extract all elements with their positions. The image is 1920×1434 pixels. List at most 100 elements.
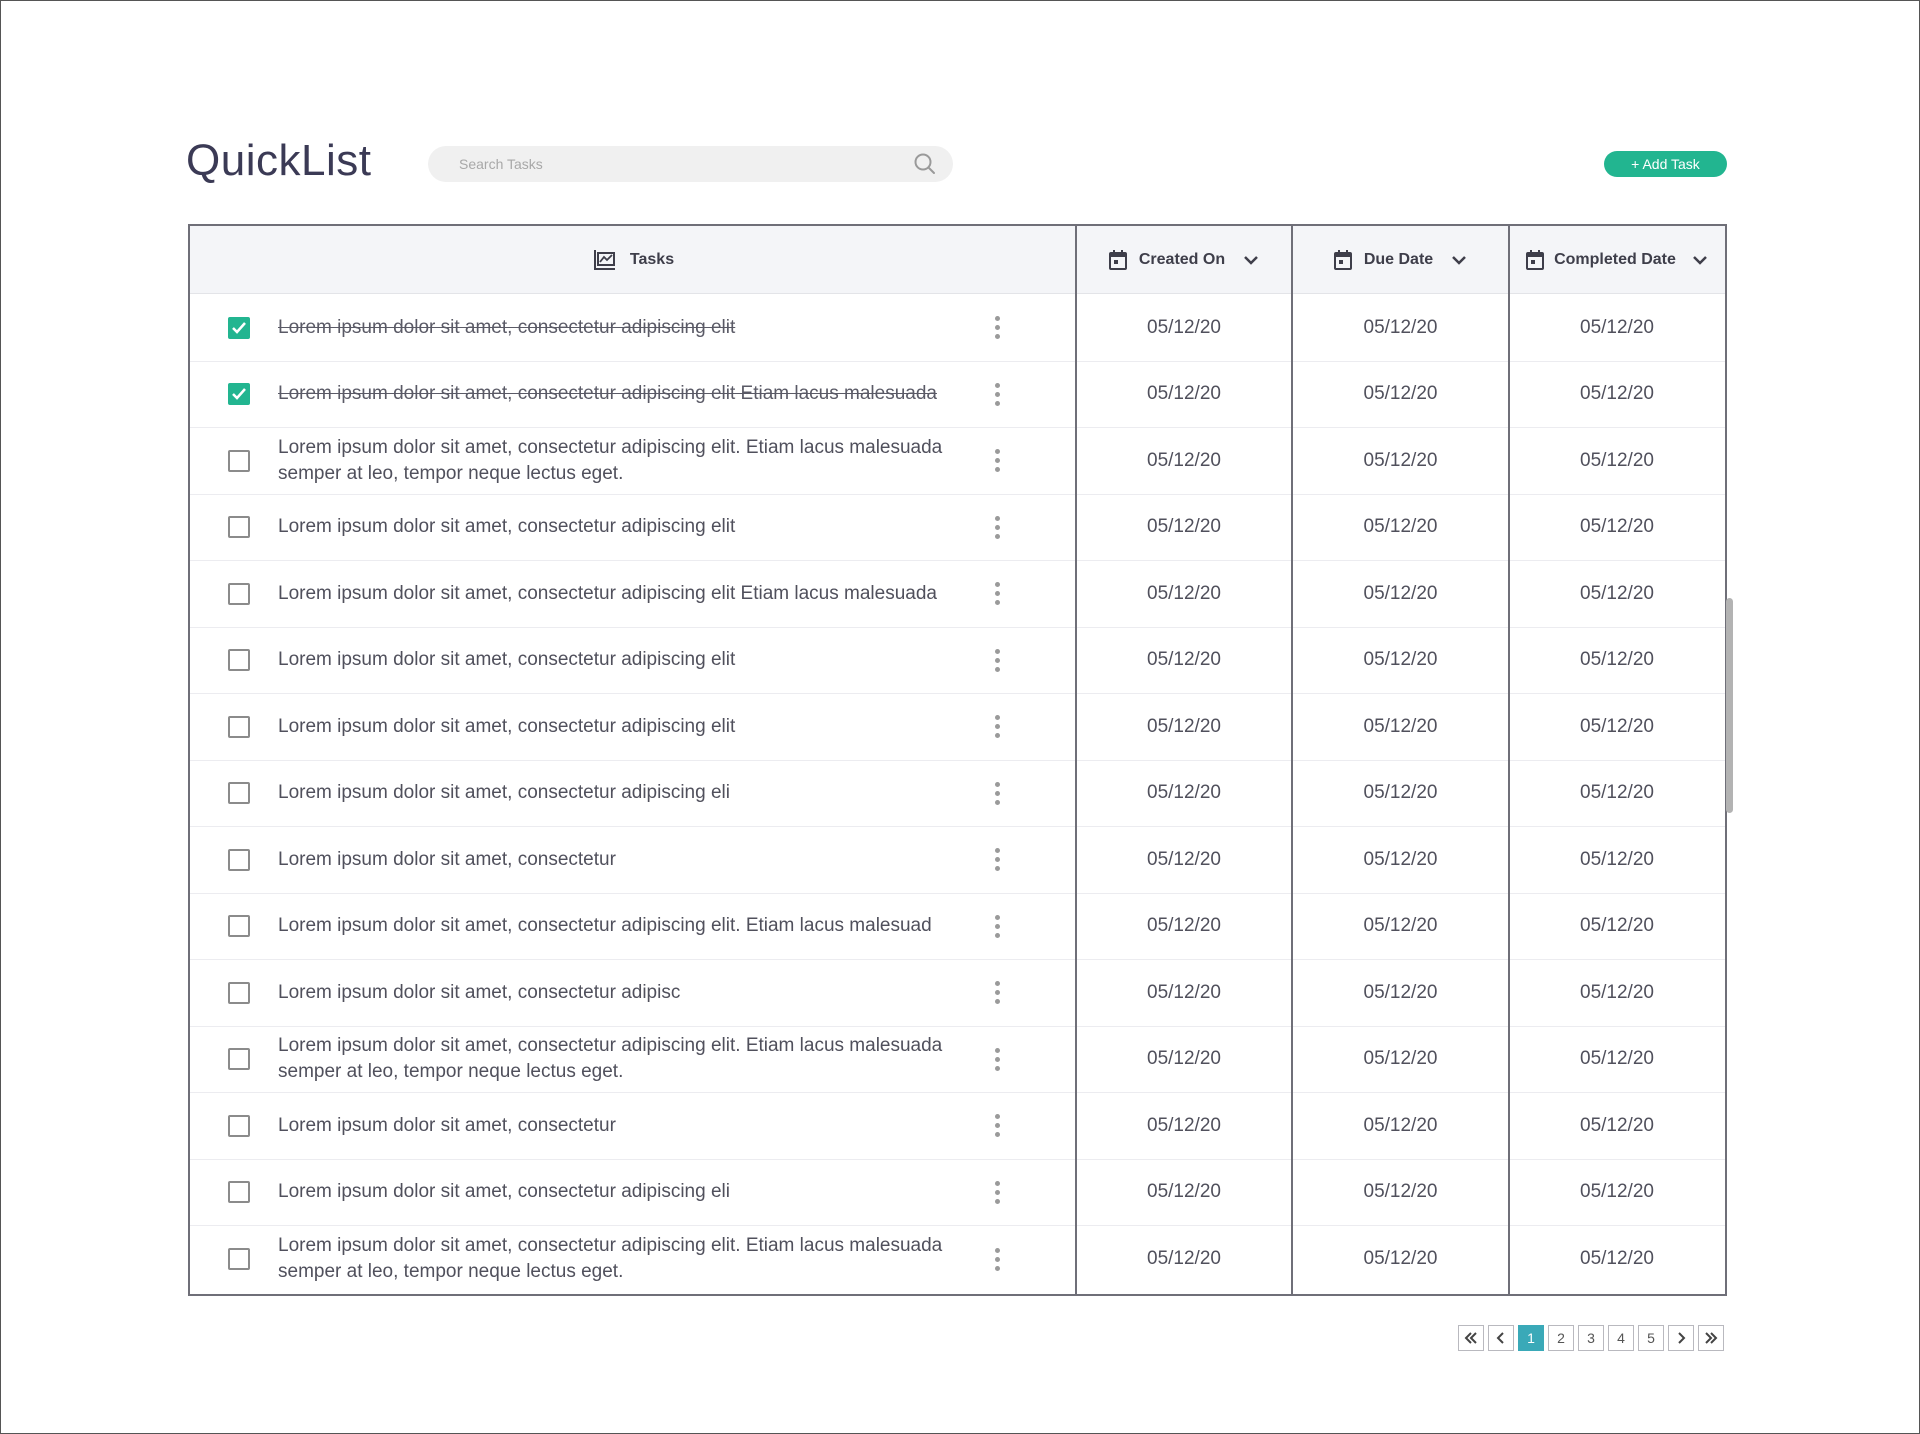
due-date-cell: 05/12/20 — [1363, 383, 1438, 405]
task-checkbox[interactable] — [227, 1181, 250, 1204]
search-icon[interactable] — [913, 152, 937, 176]
header-created-on[interactable]: Created On — [1076, 226, 1292, 294]
checkbox-cell — [190, 582, 275, 605]
task-checkbox[interactable] — [227, 383, 250, 406]
more-vertical-icon[interactable] — [995, 1180, 1000, 1204]
task-checkbox[interactable] — [227, 649, 250, 672]
task-checkbox[interactable] — [227, 715, 250, 738]
page-button-4[interactable]: 4 — [1608, 1325, 1634, 1351]
page-button-2[interactable]: 2 — [1548, 1325, 1574, 1351]
checkbox-cell — [190, 848, 275, 871]
task-checkbox[interactable] — [227, 582, 250, 605]
more-vertical-icon[interactable] — [995, 449, 1000, 473]
checkbox-cell — [190, 915, 275, 938]
header-created-on-label: Created On — [1138, 251, 1226, 268]
more-vertical-icon[interactable] — [995, 582, 1000, 606]
table-header: Tasks Created On Due Date Completed Date — [190, 226, 1725, 294]
completed-date-cell: 05/12/20 — [1580, 649, 1654, 671]
chevron-down-icon[interactable] — [1243, 255, 1259, 265]
chevron-down-icon[interactable] — [1692, 255, 1708, 265]
completed-date-cell: 05/12/20 — [1580, 582, 1654, 604]
table-row: Lorem ipsum dolor sit amet, consectetur … — [190, 1027, 1725, 1093]
task-text: Lorem ipsum dolor sit amet, consectetur … — [278, 715, 736, 737]
more-vertical-icon[interactable] — [995, 1114, 1000, 1138]
table-row: Lorem ipsum dolor sit amet, consectetur … — [190, 1160, 1725, 1226]
task-checkbox[interactable] — [227, 316, 250, 339]
more-vertical-icon[interactable] — [995, 914, 1000, 938]
task-text: Lorem ipsum dolor sit amet, consectetur … — [278, 436, 943, 484]
task-text: Lorem ipsum dolor sit amet, consectetur … — [278, 915, 932, 937]
vertical-scrollbar[interactable] — [1726, 598, 1733, 813]
task-checkbox[interactable] — [227, 1048, 250, 1071]
created-on-cell: 05/12/20 — [1147, 516, 1221, 538]
chevron-down-icon[interactable] — [1451, 255, 1467, 265]
app-title: QuickList — [186, 136, 372, 185]
created-on-cell: 05/12/20 — [1147, 649, 1221, 671]
task-checkbox[interactable] — [227, 1248, 250, 1271]
chevron-left-icon[interactable] — [1488, 1325, 1514, 1351]
page-button-3[interactable]: 3 — [1578, 1325, 1604, 1351]
table-row: Lorem ipsum dolor sit amet, consectetur … — [190, 295, 1725, 362]
row-menu-cell — [975, 715, 1076, 739]
pagination: 12345 — [1458, 1325, 1724, 1351]
page-button-5[interactable]: 5 — [1638, 1325, 1664, 1351]
checkbox-cell — [190, 1248, 275, 1271]
search-bar[interactable] — [428, 146, 953, 182]
calendar-icon — [1526, 250, 1545, 270]
chevron-right-icon[interactable] — [1668, 1325, 1694, 1351]
more-vertical-icon[interactable] — [995, 781, 1000, 805]
header-tasks: Tasks — [190, 226, 1076, 294]
table-row: Lorem ipsum dolor sit amet, consectetur … — [190, 960, 1725, 1027]
created-on-cell: 05/12/20 — [1147, 383, 1221, 405]
task-text: Lorem ipsum dolor sit amet, consectetur … — [278, 383, 937, 405]
task-table: Tasks Created On Due Date Completed Date… — [188, 224, 1727, 1296]
table-body: Lorem ipsum dolor sit amet, consectetur … — [190, 295, 1725, 1293]
task-checkbox[interactable] — [227, 782, 250, 805]
task-checkbox[interactable] — [227, 516, 250, 539]
more-vertical-icon[interactable] — [995, 1047, 1000, 1071]
more-vertical-icon[interactable] — [995, 848, 1000, 872]
due-date-cell: 05/12/20 — [1363, 915, 1438, 937]
created-on-cell: 05/12/20 — [1147, 782, 1221, 804]
row-menu-cell — [975, 449, 1076, 473]
completed-date-cell: 05/12/20 — [1580, 981, 1654, 1003]
double-chevron-left-icon[interactable] — [1458, 1325, 1484, 1351]
task-text: Lorem ipsum dolor sit amet, consectetur … — [278, 582, 937, 604]
row-menu-cell — [975, 1047, 1076, 1071]
more-vertical-icon[interactable] — [995, 981, 1000, 1005]
more-vertical-icon[interactable] — [995, 515, 1000, 539]
row-menu-cell — [975, 848, 1076, 872]
checkbox-cell — [190, 782, 275, 805]
due-date-cell: 05/12/20 — [1363, 582, 1438, 604]
more-vertical-icon[interactable] — [995, 648, 1000, 672]
completed-date-cell: 05/12/20 — [1580, 1048, 1654, 1070]
add-task-button[interactable]: + Add Task — [1604, 151, 1727, 177]
task-checkbox[interactable] — [227, 981, 250, 1004]
task-checkbox[interactable] — [227, 915, 250, 938]
task-checkbox[interactable] — [227, 449, 250, 472]
page-button-1[interactable]: 1 — [1518, 1325, 1544, 1351]
more-vertical-icon[interactable] — [995, 316, 1000, 340]
row-menu-cell — [975, 1114, 1076, 1138]
task-checkbox[interactable] — [227, 848, 250, 871]
row-menu-cell — [975, 781, 1076, 805]
search-input[interactable] — [459, 156, 913, 172]
task-checkbox[interactable] — [227, 1114, 250, 1137]
checkbox-cell — [190, 1048, 275, 1071]
task-text: Lorem ipsum dolor sit amet, consectetur … — [278, 1035, 943, 1083]
more-vertical-icon[interactable] — [995, 715, 1000, 739]
more-vertical-icon[interactable] — [995, 1247, 1000, 1271]
header-completed-date[interactable]: Completed Date — [1509, 226, 1725, 294]
due-date-cell: 05/12/20 — [1363, 1181, 1438, 1203]
page-numbers: 12345 — [1518, 1325, 1664, 1351]
completed-date-cell: 05/12/20 — [1580, 848, 1654, 870]
more-vertical-icon[interactable] — [995, 382, 1000, 406]
calendar-icon — [1108, 250, 1127, 270]
task-text: Lorem ipsum dolor sit amet, consectetur — [278, 848, 616, 870]
due-date-cell: 05/12/20 — [1363, 782, 1438, 804]
table-row: Lorem ipsum dolor sit amet, consectetur 0… — [190, 827, 1725, 894]
double-chevron-right-icon[interactable] — [1698, 1325, 1724, 1351]
created-on-cell: 05/12/20 — [1147, 582, 1221, 604]
header-due-date[interactable]: Due Date — [1292, 226, 1509, 294]
column-divider — [1291, 226, 1293, 1294]
